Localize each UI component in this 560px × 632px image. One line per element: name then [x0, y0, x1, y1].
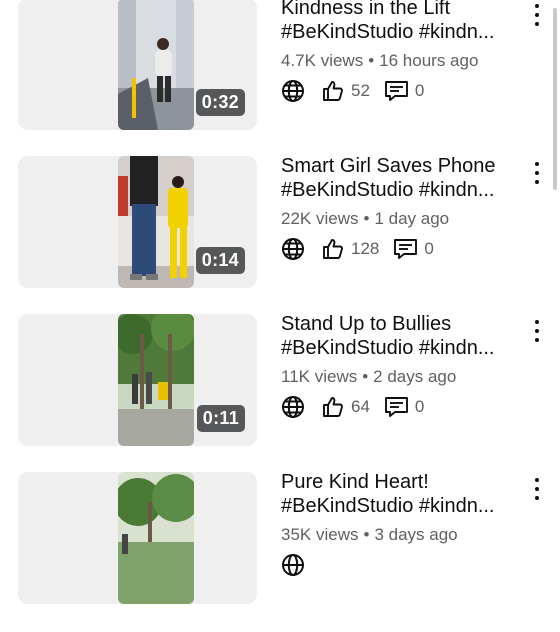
video-title[interactable]: Pure Kind Heart! — [281, 470, 526, 494]
video-thumbnail[interactable] — [18, 472, 257, 604]
upload-age: 3 days ago — [374, 525, 458, 544]
comment-group[interactable]: 0 — [393, 237, 434, 261]
video-actions: 64 0 — [281, 395, 526, 419]
video-actions: 128 0 — [281, 237, 526, 261]
video-info[interactable]: Kindness in the Lift #BeKindStudio #kind… — [281, 0, 526, 103]
view-count: 35K views — [281, 525, 359, 544]
duration-badge: 0:32 — [195, 89, 245, 116]
comment-group[interactable]: 0 — [384, 79, 424, 103]
video-thumbnail[interactable]: 0:32 — [18, 0, 257, 130]
thumbs-up-icon — [323, 397, 343, 417]
view-count: 11K views — [281, 367, 358, 386]
globe-icon[interactable] — [281, 237, 305, 261]
scrollbar[interactable] — [553, 8, 557, 190]
video-row[interactable]: 0:14 Smart Girl Saves Phone #BeKindStudi… — [0, 155, 560, 316]
like-count: 64 — [351, 397, 370, 416]
video-meta: 11K views • 2 days ago — [281, 367, 526, 387]
comment-group[interactable]: 0 — [384, 395, 424, 419]
thumbs-up-icon — [323, 81, 343, 101]
separator-dot: • — [362, 367, 369, 386]
video-meta: 35K views • 3 days ago — [281, 525, 526, 545]
video-row[interactable]: 0:32 Kindness in the Lift #BeKindStudio … — [0, 0, 560, 158]
video-actions: 52 0 — [281, 79, 526, 103]
view-count: 4.7K views — [281, 51, 364, 70]
video-title[interactable]: Kindness in the Lift — [281, 0, 526, 20]
comment-icon — [384, 81, 408, 101]
upload-age: 2 days ago — [373, 367, 457, 386]
globe-icon[interactable] — [281, 79, 305, 103]
thumbs-up-icon — [323, 239, 343, 259]
duration-badge: 0:14 — [195, 247, 245, 274]
like-group[interactable]: 64 — [321, 395, 370, 419]
video-hashtags[interactable]: #BeKindStudio #kindn... — [281, 20, 526, 44]
comment-icon — [384, 397, 408, 417]
video-hashtags[interactable]: #BeKindStudio #kindn... — [281, 494, 526, 518]
video-info[interactable]: Smart Girl Saves Phone #BeKindStudio #ki… — [281, 154, 526, 261]
more-vertical-icon[interactable] — [529, 160, 545, 186]
video-meta: 4.7K views • 16 hours ago — [281, 51, 526, 71]
video-row[interactable]: Pure Kind Heart! #BeKindStudio #kindn...… — [0, 471, 560, 632]
video-hashtags[interactable]: #BeKindStudio #kindn... — [281, 336, 526, 360]
comment-icon — [394, 239, 418, 259]
view-count: 22K views — [281, 209, 359, 228]
video-meta: 22K views • 1 day ago — [281, 209, 526, 229]
video-title[interactable]: Smart Girl Saves Phone — [281, 154, 526, 178]
separator-dot: • — [363, 209, 370, 228]
comment-count: 0 — [424, 239, 434, 258]
more-vertical-icon[interactable] — [529, 318, 545, 344]
like-count: 52 — [351, 81, 370, 100]
video-actions — [281, 553, 526, 577]
video-row[interactable]: 0:11 Stand Up to Bullies #BeKindStudio #… — [0, 313, 560, 474]
thumbnail-image — [118, 472, 194, 604]
thumbnail-image — [118, 0, 194, 130]
globe-icon[interactable] — [281, 395, 305, 419]
like-group[interactable]: 52 — [321, 79, 370, 103]
duration-badge: 0:11 — [196, 405, 245, 432]
upload-age: 16 hours ago — [379, 51, 479, 70]
upload-age: 1 day ago — [374, 209, 450, 228]
like-group[interactable]: 128 — [321, 237, 379, 261]
like-count: 128 — [351, 239, 380, 258]
video-hashtags[interactable]: #BeKindStudio #kindn... — [281, 178, 526, 202]
video-thumbnail[interactable]: 0:11 — [18, 314, 257, 446]
separator-dot: • — [363, 525, 370, 544]
globe-icon[interactable] — [281, 553, 305, 577]
separator-dot: • — [368, 51, 375, 70]
video-thumbnail[interactable]: 0:14 — [18, 156, 257, 288]
more-vertical-icon[interactable] — [529, 2, 545, 28]
thumbnail-image — [118, 314, 194, 446]
thumbnail-image — [118, 156, 194, 288]
comment-count: 0 — [414, 81, 425, 100]
video-info[interactable]: Stand Up to Bullies #BeKindStudio #kindn… — [281, 312, 526, 419]
comment-count: 0 — [414, 397, 425, 416]
video-title[interactable]: Stand Up to Bullies — [281, 312, 526, 336]
more-vertical-icon[interactable] — [529, 476, 545, 502]
video-info[interactable]: Pure Kind Heart! #BeKindStudio #kindn...… — [281, 470, 526, 577]
